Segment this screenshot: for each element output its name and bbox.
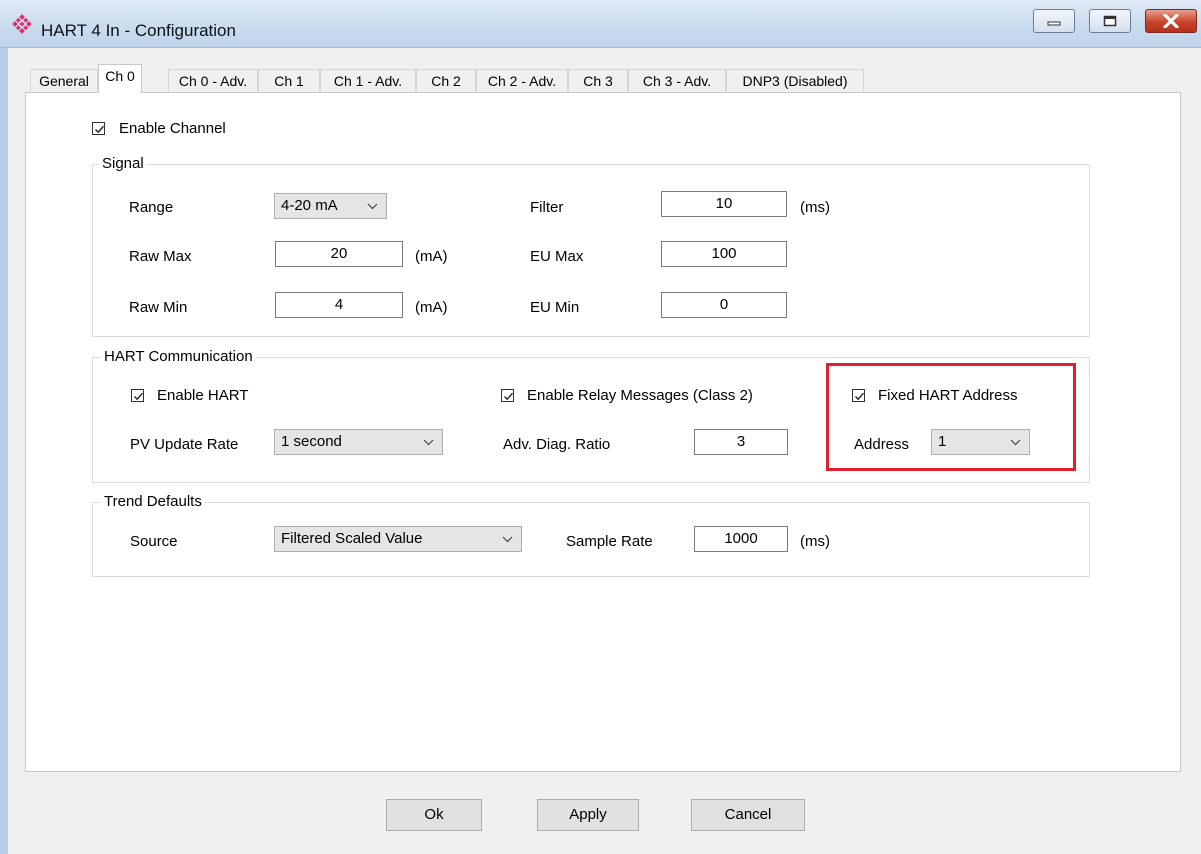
tab-ch1[interactable]: Ch 1 [258, 69, 320, 91]
enable-hart-checkbox[interactable] [131, 389, 144, 402]
filter-label: Filter [530, 199, 564, 216]
title-bar[interactable]: HART 4 In - Configuration [0, 0, 1201, 48]
pv-update-rate-label: PV Update Rate [130, 436, 239, 453]
enable-channel-checkbox[interactable] [92, 122, 105, 135]
enable-channel-label: Enable Channel [119, 120, 226, 137]
enable-relay-messages-checkbox[interactable] [501, 389, 514, 402]
tab-general[interactable]: General [30, 69, 98, 91]
eu-max-input[interactable]: 100 [661, 241, 787, 267]
app-logo-icon [12, 14, 32, 34]
range-label: Range [129, 199, 174, 216]
adv-diag-ratio-label: Adv. Diag. Ratio [503, 436, 611, 453]
pv-update-rate-value: 1 second [281, 433, 342, 450]
filter-input[interactable]: 10 [661, 191, 787, 217]
raw-min-unit: (mA) [415, 299, 448, 316]
raw-min-input[interactable]: 4 [275, 292, 403, 318]
enable-relay-messages-label: Enable Relay Messages (Class 2) [527, 387, 753, 404]
sample-rate-input[interactable]: 1000 [694, 526, 788, 552]
raw-max-label: Raw Max [129, 248, 192, 265]
adv-diag-ratio-input[interactable]: 3 [694, 429, 788, 455]
eu-min-input[interactable]: 0 [661, 292, 787, 318]
cancel-button[interactable]: Cancel [691, 799, 805, 831]
raw-max-input[interactable]: 20 [275, 241, 403, 267]
minimize-button[interactable] [1033, 9, 1075, 33]
signal-group-title: Signal [99, 155, 147, 172]
chevron-down-icon [423, 439, 434, 446]
close-icon [1163, 14, 1179, 28]
tab-dnp3[interactable]: DNP3 (Disabled) [726, 69, 864, 91]
trend-group-title: Trend Defaults [101, 493, 205, 510]
maximize-icon [1103, 15, 1117, 27]
highlight-box [826, 363, 1076, 471]
close-button[interactable] [1145, 9, 1197, 33]
tab-ch2[interactable]: Ch 2 [416, 69, 476, 91]
window-title: HART 4 In - Configuration [41, 21, 236, 40]
eu-max-label: EU Max [530, 248, 584, 265]
hart-group-title: HART Communication [101, 348, 256, 365]
checkmark-icon [134, 392, 144, 401]
pv-update-rate-select[interactable]: 1 second [274, 429, 443, 455]
raw-max-unit: (mA) [415, 248, 448, 265]
apply-button[interactable]: Apply [537, 799, 639, 831]
tab-ch3[interactable]: Ch 3 [568, 69, 628, 91]
checkmark-icon [95, 125, 105, 134]
ok-button[interactable]: Ok [386, 799, 482, 831]
filter-unit: (ms) [800, 199, 830, 216]
checkmark-icon [504, 392, 514, 401]
enable-hart-label: Enable HART [157, 387, 249, 404]
range-value: 4-20 mA [281, 197, 338, 214]
maximize-button[interactable] [1089, 9, 1131, 33]
chevron-down-icon [367, 203, 378, 210]
tab-ch2-adv[interactable]: Ch 2 - Adv. [476, 69, 568, 91]
source-value: Filtered Scaled Value [281, 530, 423, 547]
source-label: Source [130, 533, 178, 550]
window-left-frame [0, 48, 8, 854]
source-select[interactable]: Filtered Scaled Value [274, 526, 522, 552]
signal-group [92, 164, 1090, 337]
tab-ch1-adv[interactable]: Ch 1 - Adv. [320, 69, 416, 91]
sample-rate-label: Sample Rate [566, 533, 653, 550]
chevron-down-icon [502, 536, 513, 543]
tab-ch0-adv[interactable]: Ch 0 - Adv. [168, 69, 258, 91]
raw-min-label: Raw Min [129, 299, 188, 316]
eu-min-label: EU Min [530, 299, 580, 316]
minimize-icon [1047, 21, 1061, 26]
tab-ch0[interactable]: Ch 0 [98, 64, 142, 93]
tab-ch3-adv[interactable]: Ch 3 - Adv. [628, 69, 726, 91]
range-select[interactable]: 4-20 mA [274, 193, 387, 219]
sample-rate-unit: (ms) [800, 533, 830, 550]
